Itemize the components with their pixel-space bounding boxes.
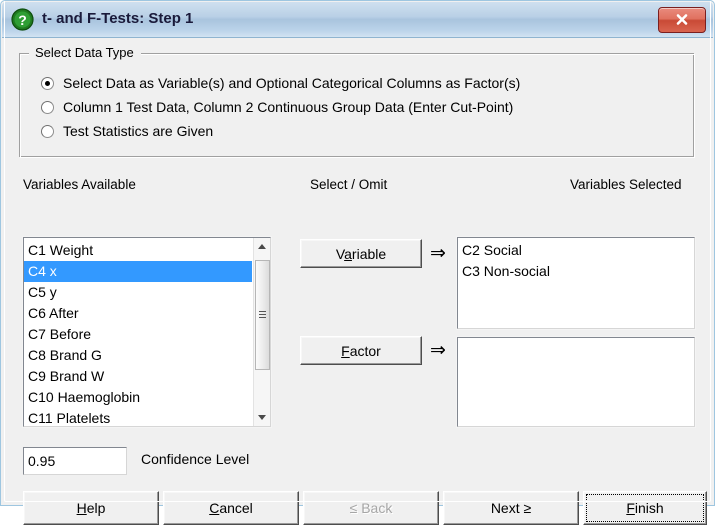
factor-transfer-button[interactable]: Factor xyxy=(300,336,422,365)
list-item[interactable]: C9 Brand W xyxy=(24,366,252,387)
title-bar[interactable]: ? t- and F-Tests: Step 1 xyxy=(2,2,713,38)
radio-indicator[interactable] xyxy=(41,100,54,114)
radio-option-variables[interactable]: Select Data as Variable(s) and Optional … xyxy=(41,73,520,93)
caption-select-omit: Select / Omit xyxy=(310,177,388,192)
arrow-right-factor-icon: ⇒ xyxy=(430,340,446,361)
scroll-up-arrow-icon[interactable] xyxy=(254,238,270,255)
radio-label-cutpoint: Column 1 Test Data, Column 2 Continuous … xyxy=(63,99,514,115)
list-item[interactable]: C8 Brand G xyxy=(24,345,252,366)
variable-transfer-button[interactable]: Variable xyxy=(300,239,422,268)
list-item[interactable]: C3 Non-social xyxy=(458,261,694,282)
window-title: t- and F-Tests: Step 1 xyxy=(42,10,194,27)
factors-selected-listbox[interactable] xyxy=(457,337,695,427)
list-item[interactable]: C7 Before xyxy=(24,324,252,345)
factor-button-label: Factor xyxy=(341,342,381,359)
list-items-container: C1 Weight C4 x C5 y C6 After C7 Before C… xyxy=(24,238,252,426)
cancel-button-label: Cancel xyxy=(209,500,253,516)
arrow-right-variable-icon: ⇒ xyxy=(430,243,446,264)
dialog-window: ? t- and F-Tests: Step 1 Select Data Typ… xyxy=(0,0,715,525)
radio-option-teststats[interactable]: Test Statistics are Given xyxy=(41,121,213,141)
group-legend: Select Data Type xyxy=(31,45,138,60)
list-item[interactable]: C1 Weight xyxy=(24,240,252,261)
caption-variables-available: Variables Available xyxy=(23,177,136,192)
list-item[interactable]: C2 Social xyxy=(458,240,694,261)
grip-lines-icon xyxy=(259,311,266,318)
scrollbar-thumb[interactable] xyxy=(255,260,270,370)
radio-indicator[interactable] xyxy=(41,76,54,90)
close-button[interactable] xyxy=(658,7,706,33)
listbox-scrollbar[interactable] xyxy=(253,238,270,426)
list-item[interactable]: C11 Platelets xyxy=(24,408,252,426)
help-button[interactable]: Help xyxy=(23,491,159,525)
list-items-container: C2 Social C3 Non-social xyxy=(458,238,694,328)
radio-indicator[interactable] xyxy=(41,124,54,138)
list-item[interactable]: C5 y xyxy=(24,282,252,303)
help-button-label: Help xyxy=(76,500,106,516)
list-item[interactable]: C6 After xyxy=(24,303,252,324)
variables-selected-listbox[interactable]: C2 Social C3 Non-social xyxy=(457,237,695,329)
list-item[interactable]: C10 Haemoglobin xyxy=(24,387,252,408)
confidence-level-input[interactable]: 0.95 xyxy=(23,447,127,475)
back-button: ≤ Back xyxy=(303,491,439,525)
scroll-down-arrow-icon[interactable] xyxy=(254,409,270,426)
confidence-level-label: Confidence Level xyxy=(141,451,250,467)
next-button[interactable]: Next ≥ xyxy=(443,491,579,525)
next-button-label: Next ≥ xyxy=(490,500,532,516)
variables-available-listbox[interactable]: C1 Weight C4 x C5 y C6 After C7 Before C… xyxy=(23,237,271,427)
cancel-button[interactable]: Cancel xyxy=(163,491,299,525)
list-item-selected[interactable]: C4 x xyxy=(24,261,252,282)
radio-label-teststats: Test Statistics are Given xyxy=(63,123,214,139)
radio-label-variables: Select Data as Variable(s) and Optional … xyxy=(63,75,521,91)
green-question-icon: ? xyxy=(11,8,34,31)
finish-button-label: Finish xyxy=(626,500,664,516)
list-items-container xyxy=(458,338,694,426)
radio-option-cutpoint[interactable]: Column 1 Test Data, Column 2 Continuous … xyxy=(41,97,513,117)
variable-button-label: Variable xyxy=(335,245,387,262)
close-icon xyxy=(676,14,688,25)
finish-button[interactable]: Finish xyxy=(583,491,707,525)
caption-variables-selected: Variables Selected xyxy=(570,177,682,192)
dialog-body: Select Data Type Select Data as Variable… xyxy=(5,39,710,525)
svg-text:?: ? xyxy=(18,12,27,28)
chevron-down-icon xyxy=(258,415,266,420)
back-button-label: ≤ Back xyxy=(349,500,393,516)
chevron-up-icon xyxy=(258,244,266,249)
